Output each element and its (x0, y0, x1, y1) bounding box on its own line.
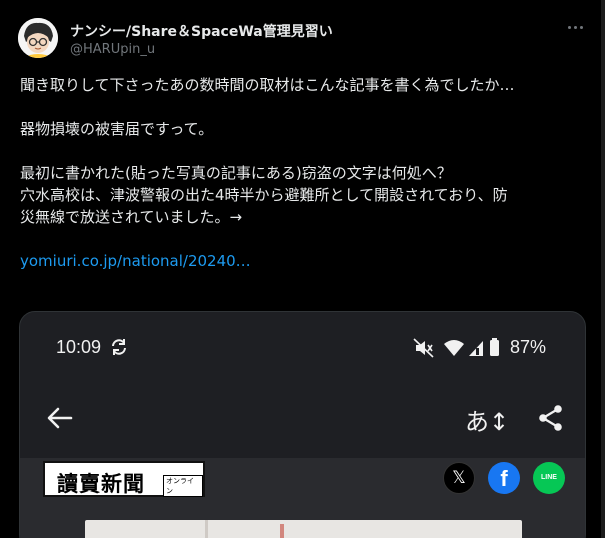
facebook-glyph: f (500, 466, 508, 491)
battery-percent: 87% (510, 337, 547, 357)
signal-icon (469, 341, 483, 356)
tweet: ナンシー/Share＆SpaceWa管理見習い @HARUpin_u 聞き取りし… (0, 0, 600, 538)
tweet-line: 器物損壊の被害届ですって。 (20, 120, 214, 138)
media-screenshot[interactable]: 10:09 87% あ↕ 讀賣新聞 オンライン 𝕏 f LINE (19, 311, 586, 538)
x-icon[interactable]: 𝕏 (443, 462, 475, 494)
browser-app-bar: あ↕ (20, 392, 585, 452)
status-time: 10:09 (56, 337, 102, 357)
tweet-link[interactable]: yomiuri.co.jp/national/20240… (20, 250, 585, 272)
yomiuri-logo[interactable]: 讀賣新聞 オンライン (43, 461, 205, 497)
tweet-line: 聞き取りして下さったあの数時間の取材はこんな記事を書く為でしたか… (20, 76, 515, 94)
logo-text: 讀賣新聞 (57, 471, 145, 496)
avatar[interactable] (18, 18, 58, 58)
display-name[interactable]: ナンシー/Share＆SpaceWa管理見習い (70, 24, 333, 40)
tweet-text: 聞き取りして下さったあの数時間の取材はこんな記事を書く為でしたか… 器物損壊の被… (20, 74, 585, 272)
logo-badge: オンライン (163, 475, 203, 497)
system-status-icons (413, 338, 499, 358)
more-options-icon[interactable] (566, 20, 586, 36)
line-icon[interactable]: LINE (533, 462, 565, 494)
tweet-line: 最初に書かれた(貼った写真の記事にある)窃盗の文字は何処へ？ (20, 164, 452, 182)
phone-status-bar: 10:09 87% (20, 312, 585, 384)
wifi-icon (444, 340, 464, 356)
share-icon[interactable] (537, 404, 565, 432)
avatar-illustration-icon (18, 18, 58, 58)
battery-icon (490, 338, 499, 356)
sync-icon (112, 339, 126, 355)
back-arrow-icon[interactable] (46, 404, 74, 432)
tweet-line: 災無線で放送されていました。→ (20, 208, 243, 226)
article-page: 讀賣新聞 オンライン 𝕏 f LINE (20, 458, 585, 538)
line-glyph: LINE (541, 474, 557, 481)
mute-icon (413, 338, 434, 358)
user-handle[interactable]: @HARUpin_u (70, 42, 155, 57)
tweet-line: 穴水高校は、津波警報の出た4時半から避難所として開設されており、防 (20, 186, 508, 204)
article-photo (85, 520, 522, 538)
x-glyph: 𝕏 (452, 468, 466, 488)
facebook-icon[interactable]: f (488, 462, 520, 494)
right-edge-divider (601, 0, 605, 538)
font-size-button[interactable]: あ↕ (465, 402, 509, 437)
tweet-header: ナンシー/Share＆SpaceWa管理見習い @HARUpin_u (18, 14, 588, 60)
